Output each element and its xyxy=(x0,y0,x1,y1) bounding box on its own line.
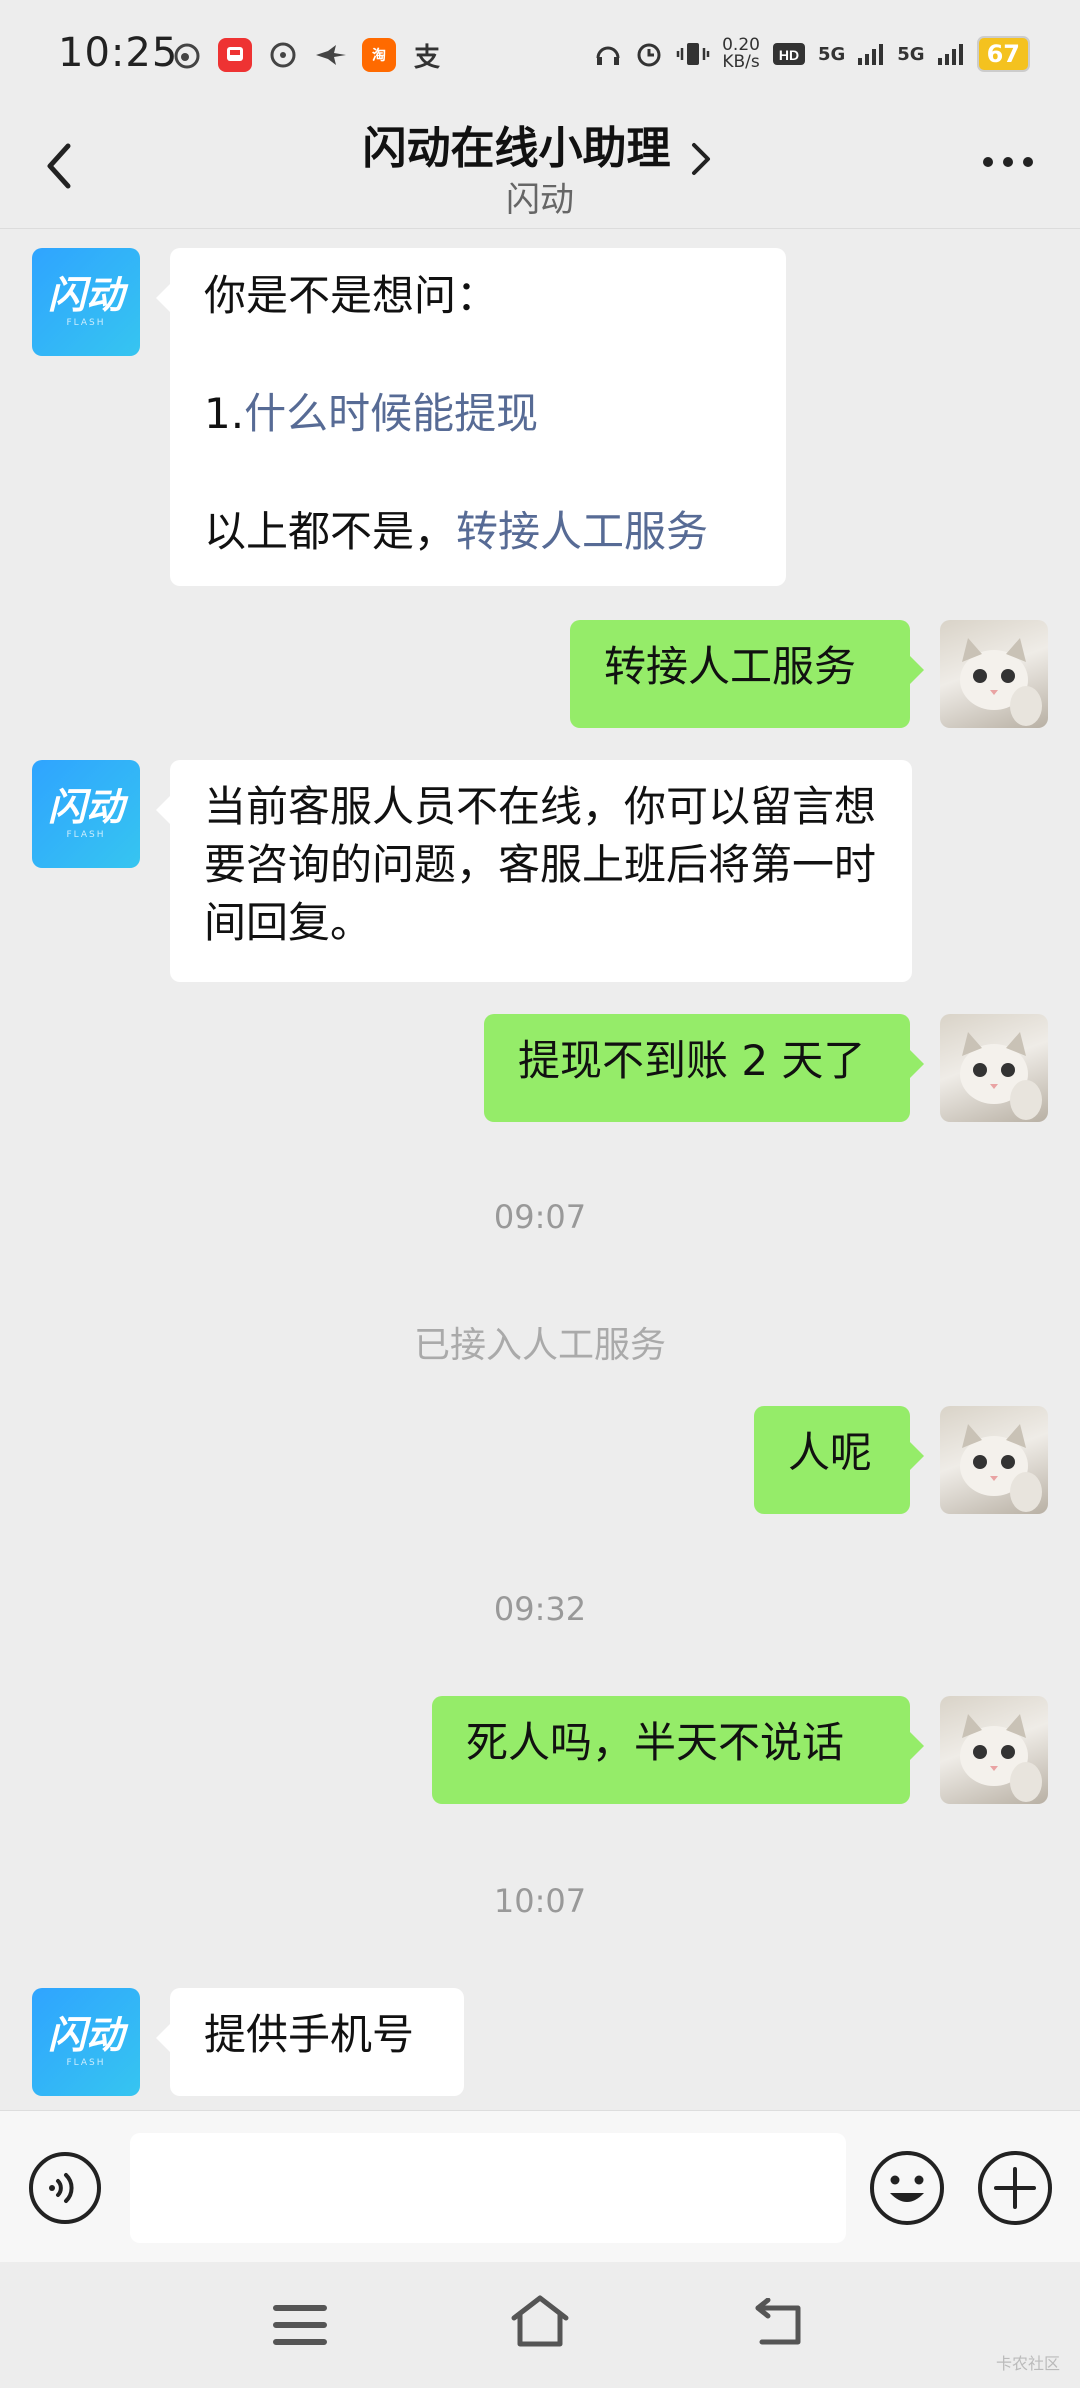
status-bar: 10:25 淘 支 0.20 KB/s HD 5G 5G 67 xyxy=(0,0,1080,112)
message-text: 人呢 xyxy=(788,1428,873,1477)
bot-logo-sub: FLASH xyxy=(66,830,106,840)
net-speed: 0.20 KB/s xyxy=(722,35,760,72)
bot-avatar[interactable]: 闪动 FLASH xyxy=(32,760,140,868)
chat-title[interactable]: 闪动在线小助理 xyxy=(362,112,670,176)
bot-avatar[interactable]: 闪动 FLASH xyxy=(32,1988,140,2096)
bot-logo-sub: FLASH xyxy=(66,318,106,328)
input-bar xyxy=(0,2110,1080,2263)
title-area[interactable]: 闪动在线小助理 xyxy=(0,112,1080,179)
user-avatar[interactable] xyxy=(940,1696,1048,1804)
voice-input-icon[interactable] xyxy=(28,2151,102,2225)
battery-indicator: 67 xyxy=(976,36,1030,72)
status-time: 10:25 xyxy=(58,30,179,76)
watermark: 卡农社区 xyxy=(995,2354,1060,2373)
message-bubble-bot[interactable]: 提供手机号 xyxy=(156,1988,464,2096)
message-bubble-bot[interactable]: 你是不是想问： 1.什么时候能提现 以上都不是，转接人工服务 xyxy=(156,248,786,586)
add-attachment-icon[interactable] xyxy=(976,2149,1054,2227)
weibo-icon xyxy=(170,38,204,72)
chat-header: 闪动在线小助理 闪动 xyxy=(0,112,1080,229)
cat-avatar-icon xyxy=(960,1424,1042,1512)
message-text: 提供手机号 xyxy=(204,2010,415,2059)
faq-link-withdraw-time[interactable]: 什么时候能提现 xyxy=(244,389,538,438)
hd-icon: HD xyxy=(772,43,805,65)
more-options-icon[interactable] xyxy=(982,152,1034,172)
message-list[interactable]: 闪动 FLASH 你是不是想问： 1.什么时候能提现 以上都不是，转接人工服务 … xyxy=(0,228,1080,2110)
message-bubble-bot[interactable]: 当前客服人员不在线，你可以留言想要咨询的问题，客服上班后将第一时间回复。 xyxy=(156,760,912,982)
bot-logo-text: 闪动 xyxy=(47,273,124,317)
network-type: 5G xyxy=(817,43,846,65)
timestamp: 09:32 xyxy=(493,1590,587,1628)
message-text: 当前客服人员不在线，你可以留言想要咨询的问题，客服上班后将第一时间回复。 xyxy=(204,782,877,947)
message-text: 你是不是想问： xyxy=(204,271,499,320)
bird-icon xyxy=(314,38,348,72)
headphones-icon xyxy=(596,46,620,65)
bot-logo-text: 闪动 xyxy=(47,785,124,829)
chat-subtitle: 闪动 xyxy=(506,180,574,220)
message-line: 以上都不是，转接人工服务 xyxy=(204,502,752,562)
user-avatar[interactable] xyxy=(940,1014,1048,1122)
svg-text:HD: HD xyxy=(779,47,799,63)
home-icon[interactable] xyxy=(510,2294,570,2348)
cat-avatar-icon xyxy=(960,638,1042,726)
message-line: 1.什么时候能提现 xyxy=(204,384,752,444)
bot-logo-text: 闪动 xyxy=(47,2013,124,2057)
message-input[interactable] xyxy=(130,2133,846,2243)
timestamp: 09:07 xyxy=(493,1198,587,1236)
bot-logo-sub: FLASH xyxy=(66,2058,106,2068)
message-text: 1. xyxy=(204,389,245,438)
message-text: 死人吗，半天不说话 xyxy=(466,1718,845,1767)
bot-avatar[interactable]: 闪动 FLASH xyxy=(32,248,140,356)
message-bubble-user[interactable]: 转接人工服务 xyxy=(570,620,924,728)
message-text: 以上都不是， xyxy=(204,507,457,556)
message-text: 提现不到账 2 天了 xyxy=(518,1036,866,1085)
user-avatar[interactable] xyxy=(940,1406,1048,1514)
alipay-icon: 支 xyxy=(413,42,440,73)
signal-icon xyxy=(858,44,884,65)
train-icon xyxy=(218,38,252,72)
user-avatar[interactable] xyxy=(940,620,1048,728)
vibrate-icon xyxy=(676,43,710,65)
message-bubble-user[interactable]: 死人吗，半天不说话 xyxy=(432,1696,924,1804)
menu-icon[interactable] xyxy=(272,2302,328,2348)
system-icons: 0.20 KB/s HD 5G 5G 67 xyxy=(594,36,1030,72)
taobao-icon: 淘 xyxy=(362,38,396,72)
alarm-icon xyxy=(637,43,661,67)
system-nav-bar: 卡农社区 xyxy=(0,2262,1080,2388)
back-icon[interactable] xyxy=(754,2298,806,2348)
steering-icon xyxy=(266,38,300,72)
network-type-2: 5G xyxy=(897,43,925,65)
cat-avatar-icon xyxy=(960,1714,1042,1802)
transfer-human-link[interactable]: 转接人工服务 xyxy=(456,507,708,556)
message-bubble-user[interactable]: 提现不到账 2 天了 xyxy=(484,1014,924,1122)
system-notice: 已接入人工服务 xyxy=(413,1325,666,1366)
message-bubble-user[interactable]: 人呢 xyxy=(754,1406,924,1514)
timestamp: 10:07 xyxy=(493,1882,587,1920)
cat-avatar-icon xyxy=(960,1032,1042,1120)
emoji-icon[interactable] xyxy=(868,2149,946,2227)
signal-icon-2 xyxy=(937,44,963,65)
notification-icons: 淘 支 xyxy=(170,38,444,73)
message-text: 转接人工服务 xyxy=(604,642,857,691)
